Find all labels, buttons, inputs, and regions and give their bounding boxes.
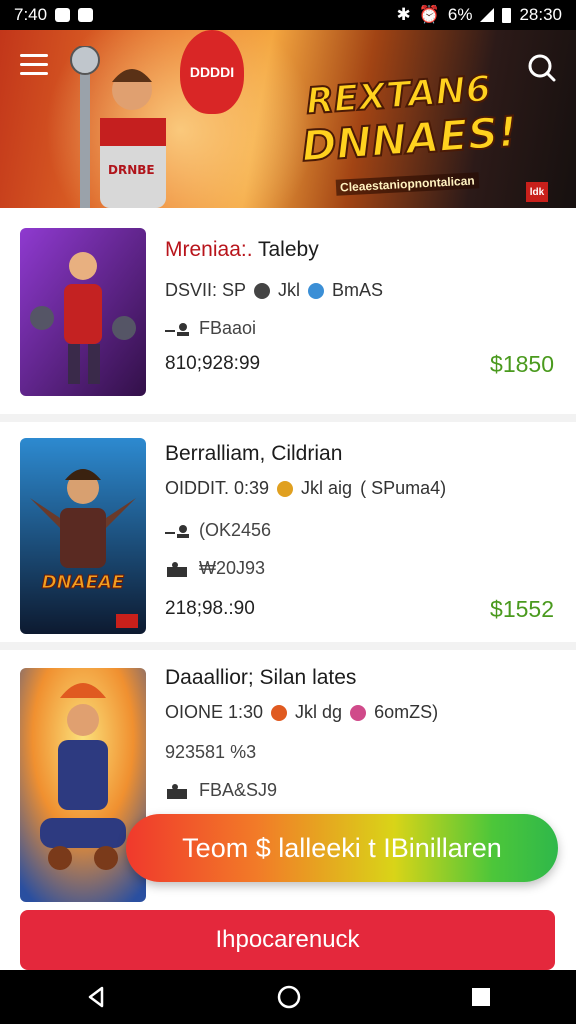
event-meta: OIDDIT. 0:39 Jkl aig ( SPuma4) [165, 478, 446, 499]
list-item[interactable]: Mreniaa:. Taleby DSVII: SP Jkl BmAS FBaa… [0, 208, 576, 422]
hamburger-icon[interactable] [20, 54, 48, 78]
floating-action-pill[interactable]: Teom $ lalleeki t IBinillaren [126, 814, 558, 882]
event-title[interactable]: Mreniaa:. Taleby [165, 238, 319, 262]
pin-icon [271, 704, 288, 721]
banner-rating-badge: ldk [526, 182, 548, 202]
recents-icon[interactable] [470, 986, 492, 1008]
event-venue-text: ₩20J93 [199, 558, 266, 578]
event-thumbnail[interactable] [20, 228, 146, 396]
event-host-row: FBaaoi [165, 318, 256, 339]
banner-tagline: Cleaestaniopnontalican [335, 172, 480, 196]
event-list: Mreniaa:. Taleby DSVII: SP Jkl BmAS FBaa… [0, 208, 576, 910]
event-meta-tag: 6omZS) [374, 702, 439, 722]
primary-cta-button[interactable]: Ihpocarenuck [20, 910, 555, 970]
back-icon[interactable] [84, 985, 108, 1009]
event-date: 218;98.:90 [165, 598, 255, 619]
person-icon [165, 524, 189, 538]
event-meta: DSVII: SP Jkl BmAS [165, 280, 383, 301]
pin-icon [254, 282, 271, 299]
battery-icon [502, 7, 512, 23]
banner-title-line2: DNNAES! [299, 106, 520, 172]
event-host-text: FBaaoi [199, 318, 257, 338]
event-price[interactable]: $1552 [490, 596, 554, 623]
event-venue-row: FBA&SJ9 [165, 780, 277, 801]
event-host-text: (OK2456 [199, 520, 272, 540]
event-meta-extra: Jkl dg [295, 702, 343, 722]
venue-icon [167, 783, 187, 799]
battery-percent: 6% [447, 5, 473, 24]
event-thumbnail[interactable]: DNAEAE [20, 438, 146, 634]
event-title[interactable]: Berralliam, Cildrian [165, 442, 342, 466]
event-title[interactable]: Daaallior; Silan lates [165, 666, 356, 690]
event-meta-tag: BmAS [332, 280, 384, 300]
event-venue-text: FBA&SJ9 [199, 780, 278, 800]
status-right: ✱ ⏰ 6% 28:30 [396, 5, 562, 25]
event-meta-extra: Jkl aig [301, 478, 353, 498]
gallery-notification-icon [55, 8, 71, 22]
event-highlight: 923581 %3 [165, 742, 257, 762]
bluetooth-icon: ✱ [396, 5, 411, 24]
event-price[interactable]: $1850 [490, 351, 554, 378]
home-icon[interactable] [276, 984, 302, 1010]
hero-character-illustration: DRNBE [70, 46, 166, 208]
venue-icon [167, 561, 187, 577]
info-icon [350, 704, 367, 721]
pin-icon [277, 480, 294, 497]
event-meta-tag: ( SPuma4) [360, 478, 447, 498]
promo-banner[interactable]: DRNBE DDDDI REXTAN6 DNNAES! Cleaestaniop… [0, 30, 576, 208]
event-meta-time: OIONE 1:30 [165, 702, 264, 722]
thumb-logo-text: DNAEAE [42, 572, 125, 593]
alarm-icon: ⏰ [418, 5, 440, 24]
banner-title: REXTAN6 DNNAES! [297, 67, 520, 172]
balloon-sign: DDDDI [180, 30, 244, 114]
event-meta-time: DSVII: SP [165, 280, 247, 300]
system-nav-bar [0, 970, 576, 1024]
info-icon [308, 282, 325, 299]
status-left: 7:40 [14, 5, 94, 25]
person-icon [165, 322, 189, 336]
event-venue-row: ₩20J93 [165, 558, 265, 579]
status-bar: 7:40 ✱ ⏰ 6% 28:30 [0, 0, 576, 30]
event-thumbnail[interactable] [20, 668, 146, 902]
event-meta-time: OIDDIT. 0:39 [165, 478, 270, 498]
list-item[interactable]: DNAEAE Berralliam, Cildrian OIDDIT. 0:39… [0, 422, 576, 650]
signal-icon [480, 8, 495, 22]
svg-text:DRNBE: DRNBE [108, 163, 155, 177]
event-meta: OIONE 1:30 Jkl dg 6omZS) [165, 702, 438, 723]
event-host-row: (OK2456 [165, 520, 271, 541]
status-time-right: 28:30 [519, 5, 562, 24]
event-meta-extra: Jkl [278, 280, 301, 300]
search-icon[interactable] [526, 52, 556, 82]
event-date: 810;928:99 [165, 353, 261, 374]
status-time-left: 7:40 [14, 5, 48, 24]
app-notification-icon [78, 8, 94, 22]
